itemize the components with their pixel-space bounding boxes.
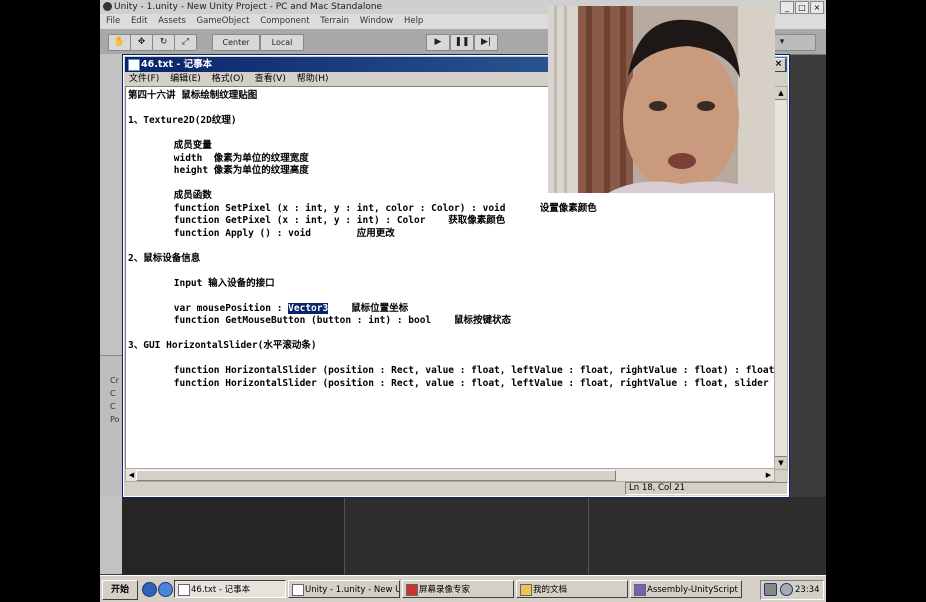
- text-line: function HorizontalSlider (position : Re…: [128, 365, 775, 376]
- project-label: Cr: [110, 376, 119, 385]
- text-line: function Apply () : void 应用更改: [128, 227, 395, 239]
- pause-icon[interactable]: ❚❚: [450, 34, 474, 51]
- menu-help[interactable]: Help: [404, 16, 423, 26]
- menu-format[interactable]: 格式(O): [212, 74, 244, 84]
- move-tool-icon[interactable]: ✥: [130, 34, 153, 51]
- text-line: width 像素为单位的纹理宽度: [128, 152, 309, 164]
- text-line: 1、Texture2D(2D纹理): [128, 115, 237, 126]
- task-unity[interactable]: Unity - 1.unity - New Uni...: [288, 580, 400, 598]
- text-line: 2、鼠标设备信息: [128, 252, 201, 264]
- project-label: Po: [110, 415, 120, 424]
- text-line: height 像素为单位的纹理高度: [128, 165, 309, 176]
- taskbar: 开始 46.txt - 记事本 Unity - 1.unity - New Un…: [100, 575, 826, 602]
- hand-tool-icon[interactable]: ✋: [108, 34, 131, 51]
- selected-text: Vector3: [288, 302, 329, 314]
- task-label: 我的文档: [533, 585, 568, 595]
- menu-gameobject[interactable]: GameObject: [196, 16, 249, 26]
- menu-window[interactable]: Window: [360, 16, 394, 26]
- menu-view[interactable]: 查看(V): [255, 74, 286, 84]
- tray-icon[interactable]: [780, 583, 793, 596]
- menu-edit[interactable]: Edit: [131, 16, 147, 26]
- unity-bottom-panels: [122, 497, 826, 575]
- scroll-up-icon[interactable]: ▲: [775, 87, 787, 100]
- unity-bottom-pane: [588, 497, 826, 575]
- scroll-down-icon[interactable]: ▼: [775, 456, 787, 469]
- text-line-tail: 鼠标位置坐标: [328, 302, 409, 314]
- webcam-image: [548, 6, 775, 193]
- text-line: var mousePosition :: [128, 302, 289, 314]
- menu-component[interactable]: Component: [260, 16, 309, 26]
- project-label: C: [110, 402, 116, 411]
- notepad-icon: [128, 59, 140, 71]
- cursor-position: Ln 18, Col 21: [625, 482, 788, 495]
- text-line: 第四十六讲 鼠标绘制纹理贴图: [128, 90, 258, 101]
- clock: 23:34: [795, 585, 820, 595]
- start-label: 开始: [110, 585, 129, 595]
- play-icon[interactable]: ▶: [426, 34, 450, 51]
- horizontal-scrollbar[interactable]: ◀ ▶: [125, 468, 775, 482]
- task-label: 46.txt - 记事本: [191, 585, 251, 595]
- browser-quicklaunch-icon[interactable]: [142, 582, 157, 597]
- folder-task-icon: [520, 584, 532, 596]
- menu-edit[interactable]: 编辑(E): [170, 74, 201, 84]
- pivot-center-label: Center: [222, 38, 250, 47]
- menu-terrain[interactable]: Terrain: [320, 16, 349, 26]
- webcam-overlay: [548, 6, 775, 193]
- system-tray: 23:34: [760, 580, 824, 600]
- unity-task-icon: [292, 584, 304, 596]
- text-line: Input 输入设备的接口: [128, 277, 275, 289]
- minimize-button[interactable]: _: [780, 1, 794, 14]
- task-label: Assembly-UnityScript - A...: [647, 585, 741, 595]
- maximize-button[interactable]: □: [795, 1, 809, 14]
- menu-assets[interactable]: Assets: [158, 16, 186, 26]
- unity-project-panel: Cr C C Po: [100, 355, 122, 496]
- scroll-right-icon[interactable]: ▶: [763, 469, 774, 481]
- pivot-center-button[interactable]: Center: [212, 34, 260, 51]
- quicklaunch-icon[interactable]: [158, 582, 173, 597]
- close-button[interactable]: ×: [810, 1, 824, 14]
- task-label: Unity - 1.unity - New Uni...: [305, 585, 399, 595]
- menu-file[interactable]: 文件(F): [129, 74, 159, 84]
- unity-bottom-pane: [344, 497, 589, 575]
- menu-file[interactable]: File: [106, 16, 120, 26]
- unity-scene-panel: [100, 54, 122, 574]
- pivot-local-label: Local: [271, 38, 293, 47]
- monodevelop-task-icon: [634, 584, 646, 596]
- step-icon[interactable]: ▶|: [474, 34, 498, 51]
- text-line: function HorizontalSlider (position : Re…: [128, 377, 775, 389]
- text-line: 3、GUI HorizontalSlider(水平滚动条): [128, 340, 317, 351]
- task-screen-recorder[interactable]: 屏幕录像专家: [402, 580, 514, 598]
- task-label: 屏幕录像专家: [419, 585, 471, 595]
- horizontal-scroll-thumb[interactable]: [136, 470, 616, 481]
- text-line: 成员函数: [128, 190, 212, 201]
- task-notepad[interactable]: 46.txt - 记事本: [174, 580, 286, 598]
- start-button[interactable]: 开始: [102, 580, 138, 600]
- menu-help[interactable]: 帮助(H): [297, 74, 329, 84]
- notepad-status-bar: Ln 18, Col 21: [125, 481, 788, 495]
- vertical-scrollbar[interactable]: ▲ ▼: [774, 86, 788, 470]
- text-line: function SetPixel (x : int, y : int, col…: [128, 202, 597, 214]
- notepad-task-icon: [178, 584, 190, 596]
- project-label: C: [110, 389, 116, 398]
- text-line: 成员变量: [128, 140, 212, 151]
- notepad-title: 46.txt - 记事本: [141, 59, 213, 70]
- unity-window-title: Unity - 1.unity - New Unity Project - PC…: [114, 2, 383, 12]
- scale-tool-icon[interactable]: ⤢: [174, 34, 197, 51]
- pivot-local-button[interactable]: Local: [260, 34, 304, 51]
- unity-logo-icon: [103, 2, 112, 11]
- text-line: function GetPixel (x : int, y : int) : C…: [128, 215, 506, 226]
- task-monodevelop[interactable]: Assembly-UnityScript - A...: [630, 580, 742, 598]
- text-line: function GetMouseButton (button : int) :…: [128, 315, 512, 326]
- rotate-tool-icon[interactable]: ↻: [152, 34, 175, 51]
- recorder-task-icon: [406, 584, 418, 596]
- task-my-documents[interactable]: 我的文档: [516, 580, 628, 598]
- tray-icon[interactable]: [764, 583, 777, 596]
